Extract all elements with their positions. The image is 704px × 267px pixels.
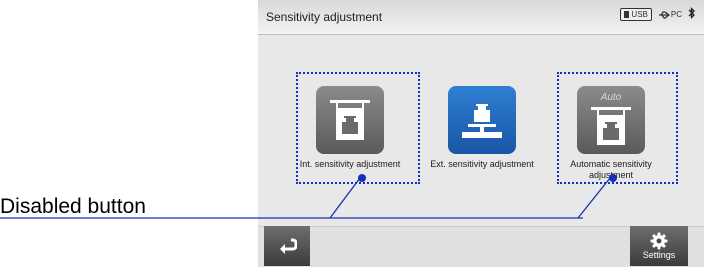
annotation-label: Disabled button [0, 195, 146, 218]
annotation-dot-auto [609, 174, 617, 182]
annotation-pointer-int [329, 177, 361, 219]
annotation-dot-int [358, 174, 366, 182]
annotation-pointer-auto [577, 177, 611, 219]
annotation-overlay [0, 174, 617, 219]
